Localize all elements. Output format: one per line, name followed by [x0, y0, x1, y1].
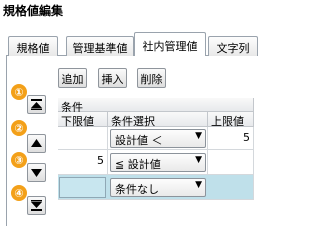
window-title: 規格値編集: [3, 4, 64, 18]
row1-condition-select[interactable]: 設計値 ＜ ▼: [110, 129, 206, 148]
move-down-button[interactable]: [27, 163, 46, 182]
badge-4: ④: [11, 185, 27, 201]
row1-upper[interactable]: 5: [208, 127, 254, 150]
row3-lower-editor[interactable]: [59, 177, 106, 198]
tab-string[interactable]: 文字列: [208, 36, 258, 56]
move-to-bottom-button[interactable]: [27, 196, 46, 215]
move-to-bottom-icon: [31, 200, 42, 211]
row3-condition-value: 条件なし: [115, 183, 159, 196]
row2-condition-value: ≦ 設計値: [115, 158, 161, 171]
chevron-down-icon: ▼: [195, 155, 202, 165]
tab-management-standard[interactable]: 管理基準値: [66, 36, 134, 56]
column-header-upper[interactable]: 上限値: [208, 112, 254, 128]
delete-button[interactable]: 削除: [137, 68, 166, 88]
move-down-icon: [31, 169, 42, 177]
row3-condition-select[interactable]: 条件なし ▼: [110, 178, 206, 197]
group-header: 条件: [58, 98, 254, 114]
row2-condition-select[interactable]: ≦ 設計値 ▼: [110, 153, 206, 172]
column-header-lower[interactable]: 下限値: [58, 112, 108, 128]
move-up-button[interactable]: [27, 134, 46, 153]
badge-2: ②: [11, 120, 27, 136]
move-up-icon: [31, 139, 42, 147]
row1-condition-cell: 設計値 ＜ ▼: [108, 127, 208, 150]
column-header-condition[interactable]: 条件選択: [108, 112, 208, 128]
badge-3: ③: [11, 152, 27, 168]
row1-lower[interactable]: [58, 127, 108, 150]
badge-1: ①: [11, 84, 27, 100]
row3-upper[interactable]: [208, 175, 254, 200]
chevron-down-icon: ▼: [195, 131, 202, 141]
tab-spec-value[interactable]: 規格値: [8, 36, 58, 56]
tab-internal-management[interactable]: 社内管理値: [134, 32, 206, 56]
row1-condition-value: 設計値 ＜: [115, 134, 163, 147]
move-to-top-icon: [31, 99, 42, 110]
row2-condition-cell: ≦ 設計値 ▼: [108, 150, 208, 175]
add-button[interactable]: 追加: [58, 68, 87, 88]
chevron-down-icon: ▼: [195, 180, 202, 190]
move-to-top-button[interactable]: [27, 95, 46, 114]
insert-button[interactable]: 挿入: [98, 68, 127, 88]
condition-grid: 条件 下限値 条件選択 上限値 設計値 ＜ ▼ 5 5 ≦ 設計値 ▼ 条件なし…: [58, 98, 254, 226]
row2-lower[interactable]: 5: [58, 150, 108, 175]
row2-upper[interactable]: [208, 150, 254, 175]
